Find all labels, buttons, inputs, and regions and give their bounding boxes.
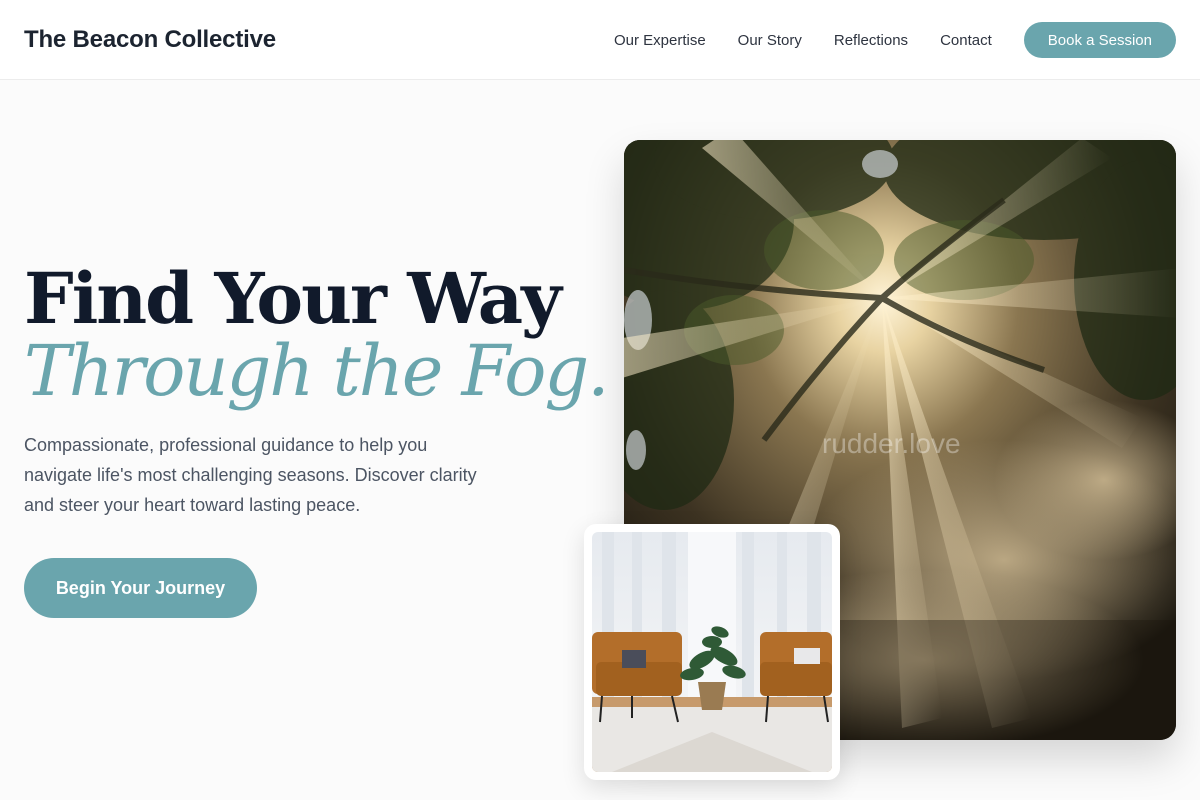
site-header: The Beacon Collective Our Expertise Our … (0, 0, 1200, 80)
brand-logo-text[interactable]: The Beacon Collective (24, 24, 276, 56)
therapy-room-illustration (592, 532, 832, 772)
main-nav: Our Expertise Our Story Reflections Cont… (614, 22, 1176, 58)
nav-link-our-story[interactable]: Our Story (738, 32, 802, 49)
nav-link-reflections[interactable]: Reflections (834, 32, 908, 49)
nav-link-contact[interactable]: Contact (940, 32, 992, 49)
hero-title-accent: Through the Fog. (24, 330, 609, 412)
therapy-room-image (592, 532, 832, 772)
watermark-text: rudder.love (822, 428, 961, 459)
book-session-button[interactable]: Book a Session (1023, 22, 1176, 58)
nav-link-our-expertise[interactable]: Our Expertise (614, 32, 706, 49)
begin-journey-button[interactable]: Begin Your Journey (24, 558, 257, 618)
therapy-room-card (584, 524, 840, 780)
hero-description: Compassionate, professional guidance to … (24, 435, 477, 515)
hero-title: Find Your Way (24, 257, 562, 340)
